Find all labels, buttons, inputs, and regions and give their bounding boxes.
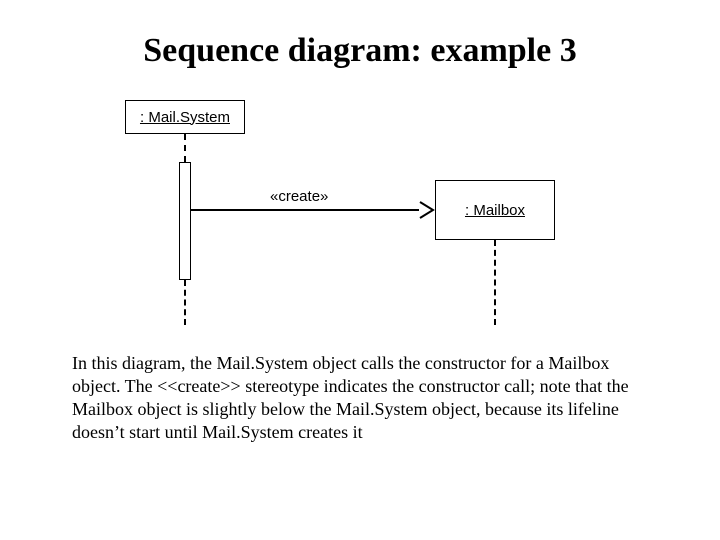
object-mail-system: : Mail.System bbox=[125, 100, 245, 134]
object-mailbox: : Mailbox bbox=[435, 180, 555, 240]
lifeline-mail-system-bottom bbox=[184, 280, 186, 325]
lifeline-mailbox bbox=[494, 240, 496, 325]
lifeline-mail-system-top bbox=[184, 134, 186, 162]
message-create-label: «create» bbox=[270, 188, 328, 205]
object-mail-system-label: : Mail.System bbox=[140, 109, 230, 126]
page-title: Sequence diagram: example 3 bbox=[0, 0, 720, 70]
message-create-line bbox=[191, 209, 419, 211]
arrowhead-icon bbox=[418, 200, 436, 220]
activation-mail-system bbox=[179, 162, 191, 280]
page: Sequence diagram: example 3 : Mail.Syste… bbox=[0, 0, 720, 540]
object-mailbox-label: : Mailbox bbox=[465, 202, 525, 219]
sequence-diagram: : Mail.System «create» : Mailbox bbox=[80, 100, 640, 330]
description-text: In this diagram, the Mail.System object … bbox=[0, 352, 720, 444]
